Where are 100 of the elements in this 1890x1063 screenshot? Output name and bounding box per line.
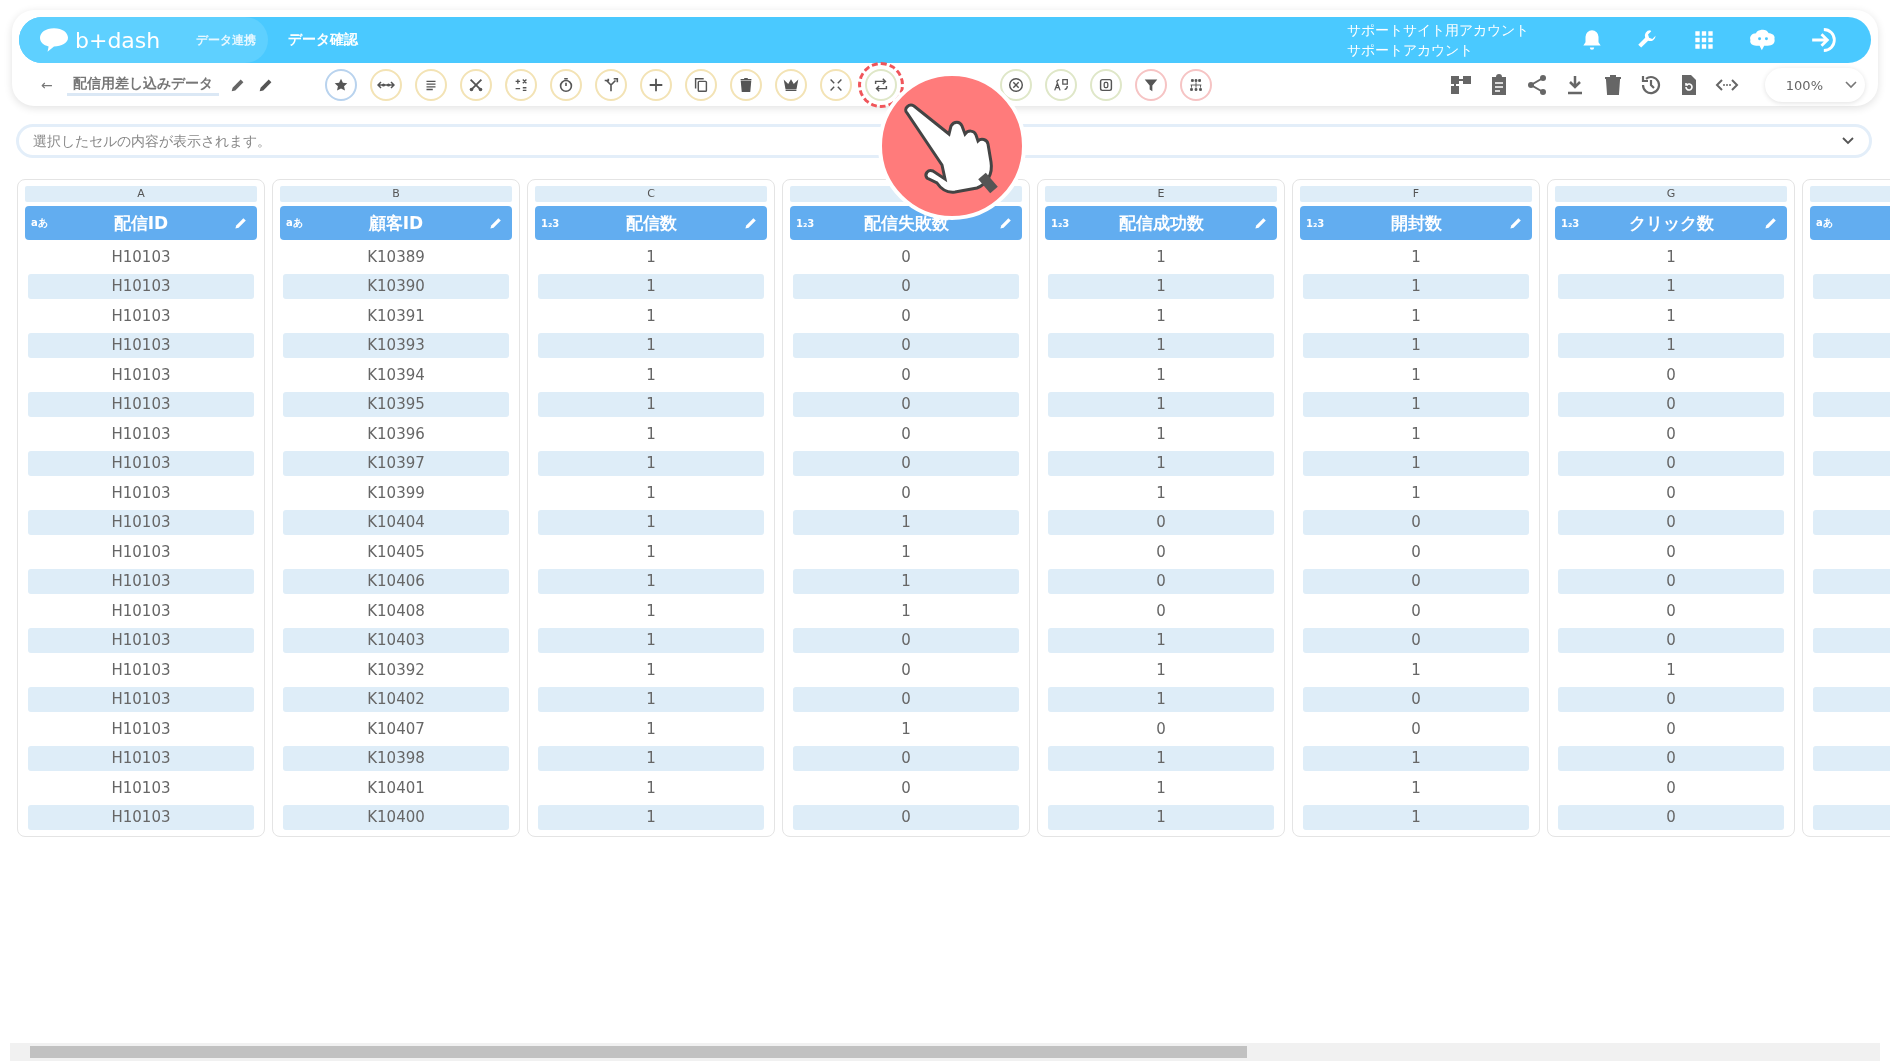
table-cell[interactable]: 0 [793,628,1019,653]
table-cell[interactable]: 0 [1303,569,1529,594]
table-cell[interactable]: K10408 [283,598,509,624]
table-cell[interactable]: 0 [793,805,1019,830]
table-cell[interactable]: K10392 [283,657,509,683]
table-cell[interactable]: K10403 [283,628,509,653]
table-cell[interactable]: H10103 [28,746,254,771]
table-cell[interactable]: 1 [538,775,764,801]
table-cell[interactable]: H10103 [28,480,254,506]
table-cell[interactable]: K10400 [283,805,509,830]
table-cell[interactable]: K10401 [283,775,509,801]
table-cell[interactable]: 1 [793,598,1019,624]
table-cell[interactable]: 0 [1048,598,1274,624]
table-cell[interactable]: K10404 [283,510,509,535]
table-cell[interactable]: 1 [538,480,764,506]
table-cell[interactable]: 0 [793,687,1019,712]
table-cell[interactable]: 1 [1048,480,1274,506]
table-cell[interactable]: 1 [1303,451,1529,476]
table-cell[interactable]: 1 [538,539,764,565]
table-cell[interactable]: 0 [1558,421,1784,447]
table-cell[interactable]: K10398 [283,746,509,771]
table-cell[interactable]: 0 [793,362,1019,388]
table-cell[interactable]: 1 [1303,480,1529,506]
table-cell[interactable]: 1 [793,510,1019,535]
table-cell[interactable]: 1 [1048,687,1274,712]
table-cell[interactable]: 1 [538,303,764,329]
table-cell[interactable]: 1 [1303,303,1529,329]
table-cell[interactable]: 1 [1303,657,1529,683]
table-cell[interactable]: K10396 [283,421,509,447]
table-cell[interactable]: 1 [1303,362,1529,388]
table-cell[interactable]: 1 [1048,775,1274,801]
table-cell[interactable]: 0 [793,392,1019,417]
table-cell[interactable]: 1 [538,628,764,653]
table-cell[interactable]: 1 [793,716,1019,742]
table-cell[interactable]: 1 [1048,451,1274,476]
table-cell[interactable]: 0 [1303,598,1529,624]
table-cell[interactable]: 0 [1558,598,1784,624]
table-cell[interactable]: 1 [1048,628,1274,653]
table-cell[interactable]: K10393 [283,333,509,358]
table-cell[interactable]: K10407 [283,716,509,742]
table-cell[interactable]: 0 [1558,362,1784,388]
table-cell[interactable]: 1 [538,510,764,535]
table-cell[interactable]: 1 [538,362,764,388]
table-cell[interactable]: 1 [1048,657,1274,683]
table-cell[interactable]: 1 [1303,775,1529,801]
table-cell[interactable]: 1 [1303,805,1529,830]
table-cell[interactable]: K10389 [283,244,509,270]
table-cell[interactable]: H10103 [28,805,254,830]
table-cell[interactable]: 0 [1303,628,1529,653]
table-cell[interactable]: 0 [1558,746,1784,771]
table-cell[interactable]: 1 [538,274,764,299]
table-cell[interactable]: 1 [1048,392,1274,417]
table-cell[interactable]: 0 [793,303,1019,329]
table-cell[interactable]: 0 [1303,539,1529,565]
table-cell[interactable]: 0 [1303,716,1529,742]
table-cell[interactable]: 0 [1558,480,1784,506]
table-cell[interactable]: 1 [1048,274,1274,299]
table-cell[interactable]: 0 [1048,539,1274,565]
table-cell[interactable]: H10103 [28,362,254,388]
table-cell[interactable]: 0 [793,657,1019,683]
table-cell[interactable]: K10402 [283,687,509,712]
column-letter[interactable]: G [1555,186,1787,202]
table-cell[interactable]: 1 [1303,244,1529,270]
column-letter[interactable]: F [1300,186,1532,202]
table-cell[interactable]: 1 [1303,746,1529,771]
table-cell[interactable]: K10397 [283,451,509,476]
table-cell[interactable]: 0 [1558,451,1784,476]
table-cell[interactable]: 1 [538,716,764,742]
table-cell[interactable]: 1 [793,569,1019,594]
data-name-title[interactable]: 配信用差し込みデータ [67,74,219,96]
table-cell[interactable]: 1 [538,392,764,417]
column-letter[interactable]: A [25,186,257,202]
cell-content-field[interactable]: 選択したセルの内容が表示されます。 [16,124,1872,158]
table-cell[interactable]: H10103 [28,598,254,624]
table-cell[interactable]: 0 [1558,569,1784,594]
table-cell[interactable]: 1 [1048,805,1274,830]
table-cell[interactable]: K10406 [283,569,509,594]
table-cell[interactable]: 0 [793,480,1019,506]
table-cell[interactable]: 0 [1303,687,1529,712]
table-cell[interactable]: H10103 [28,451,254,476]
table-cell[interactable]: 0 [1558,716,1784,742]
back-arrow[interactable]: ← [41,77,67,93]
table-cell[interactable]: 0 [1303,510,1529,535]
table-cell[interactable]: 0 [1558,628,1784,653]
table-cell[interactable]: 1 [1303,333,1529,358]
table-cell[interactable]: 0 [793,274,1019,299]
table-cell[interactable]: H10103 [28,569,254,594]
table-cell[interactable]: 1 [538,657,764,683]
table-cell[interactable]: H10103 [28,244,254,270]
table-cell[interactable]: H10103 [28,716,254,742]
table-cell[interactable]: 1 [1048,362,1274,388]
table-cell[interactable]: 0 [1558,687,1784,712]
table-cell[interactable]: 0 [1558,539,1784,565]
table-cell[interactable]: 1 [1558,244,1784,270]
table-cell[interactable]: 0 [1558,805,1784,830]
table-cell[interactable]: 0 [793,451,1019,476]
table-cell[interactable]: 1 [538,451,764,476]
table-cell[interactable]: 1 [538,333,764,358]
table-cell[interactable]: H10103 [28,775,254,801]
table-cell[interactable]: 1 [538,569,764,594]
